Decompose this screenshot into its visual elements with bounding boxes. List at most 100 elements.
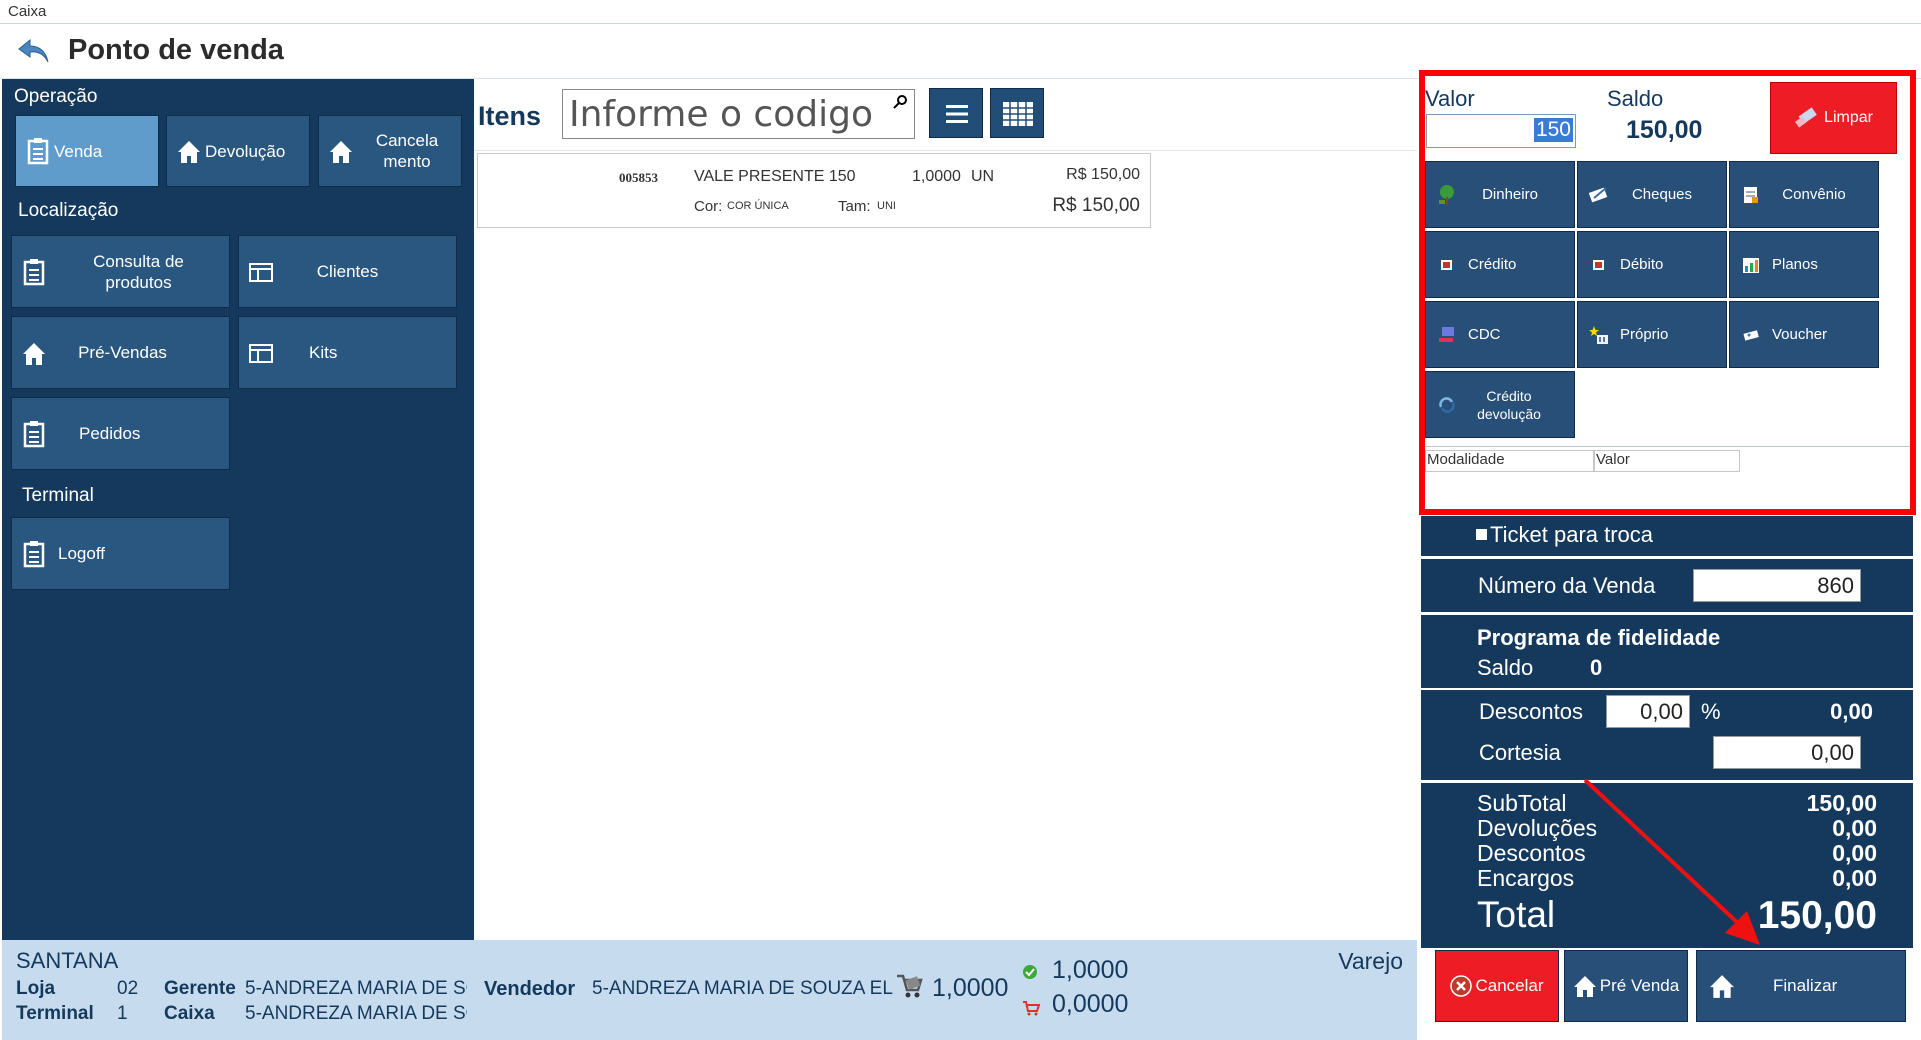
subtotal-value: 150,00: [1806, 790, 1877, 816]
fidelidade-saldo-label: Saldo: [1477, 655, 1534, 680]
home-icon: [23, 342, 45, 365]
numero-venda-input[interactable]: 860: [1693, 569, 1861, 602]
item-cor-label: Cor:: [694, 198, 723, 215]
loja-value: 02: [117, 978, 139, 999]
loja-label: Loja: [16, 978, 56, 999]
logoff-button[interactable]: Logoff: [11, 517, 230, 590]
finalizar-button[interactable]: Finalizar: [1696, 950, 1906, 1022]
saldo-value: 150,00: [1626, 116, 1703, 144]
clientes-button[interactable]: Clientes: [238, 235, 457, 308]
cancel-icon: [1450, 975, 1473, 997]
finalizar-label: Finalizar: [1773, 976, 1838, 995]
payment-divider: [1425, 446, 1910, 447]
window-title: Caixa: [8, 3, 47, 20]
descontos-block: Descontos 0,00 % 0,00 Cortesia 0,00: [1421, 690, 1913, 780]
clientes-label: Clientes: [316, 262, 379, 281]
qty-cart: 0,0000: [1052, 990, 1129, 1018]
ticket-icon: [1743, 329, 1759, 341]
pre-vendas-label: Pré-Vendas: [78, 343, 167, 362]
devolucoes-label: Devoluções: [1477, 815, 1598, 841]
pre-venda-label: Pré Venda: [1599, 976, 1680, 995]
vendedor-value: 5-ANDREZA MARIA DE SOUZA EL: [592, 978, 893, 999]
center-divider: [474, 150, 1417, 151]
venda-button[interactable]: Venda: [15, 115, 159, 187]
pedidos-button[interactable]: Pedidos: [11, 397, 230, 470]
caixa-label: Caixa: [164, 1003, 215, 1024]
proprio-button[interactable]: Próprio: [1577, 301, 1727, 368]
grid-view-button[interactable]: [990, 88, 1044, 138]
pre-vendas-button[interactable]: Pré-Vendas: [11, 316, 230, 389]
code-search-input[interactable]: [562, 89, 915, 139]
search-icon[interactable]: [892, 94, 908, 110]
clipboard-icon: [23, 258, 45, 285]
cheque-icon: [1588, 186, 1608, 202]
money-tree-icon: [1439, 184, 1454, 205]
home-icon: [1710, 975, 1734, 998]
ticket-checkbox[interactable]: [1476, 529, 1487, 540]
document-icon: [1744, 186, 1758, 203]
page-title: Ponto de venda: [68, 34, 284, 66]
cancelamento-button[interactable]: Cancela mento: [318, 115, 462, 187]
devolucoes-value: 0,00: [1832, 815, 1877, 841]
limpar-button[interactable]: Limpar: [1770, 82, 1897, 154]
valor-input-value: 150: [1533, 118, 1573, 142]
modalidade-header[interactable]: Modalidade: [1425, 450, 1594, 472]
credito-devolucao-button[interactable]: Crédito devolução: [1425, 371, 1575, 438]
voucher-button[interactable]: Voucher: [1729, 301, 1879, 368]
cdc-button[interactable]: CDC: [1425, 301, 1575, 368]
debito-button[interactable]: Débito: [1577, 231, 1727, 298]
list-icon: [946, 105, 968, 123]
devolucao-button[interactable]: Devolução: [166, 115, 310, 187]
cortesia-input[interactable]: 0,00: [1713, 736, 1861, 769]
totals-block: SubTotal 150,00 Devoluções 0,00 Desconto…: [1421, 783, 1913, 948]
valor-label: Valor: [1425, 86, 1475, 111]
ticket-troca-row: Ticket para troca: [1421, 516, 1913, 556]
app-root: Caixa Ponto de venda Operação Venda Devo…: [0, 0, 1921, 1040]
voucher-label: Voucher: [1772, 325, 1828, 343]
fidelidade-saldo-value: 0: [1590, 655, 1603, 680]
list-view-button[interactable]: [929, 88, 983, 138]
consulta-produtos-label: Consulta de produtos: [93, 251, 184, 292]
consulta-produtos-button[interactable]: Consulta de produtos: [11, 235, 230, 308]
kits-button[interactable]: Kits: [238, 316, 457, 389]
encargos-value: 0,00: [1832, 865, 1877, 891]
home-icon: [330, 141, 352, 163]
clipboard-icon: [23, 540, 45, 567]
item-cor-value: COR ÚNICA: [727, 200, 789, 212]
numero-venda-label: Número da Venda: [1478, 573, 1656, 598]
total-value: 150,00: [1757, 894, 1877, 937]
debito-label: Débito: [1620, 255, 1664, 273]
valor-input[interactable]: 150: [1426, 114, 1576, 148]
cheques-button[interactable]: Cheques: [1577, 161, 1727, 228]
grid-icon: [1003, 102, 1033, 126]
store-info: SANTANA Loja 02 Gerente 5-ANDREZA MARIA …: [2, 940, 474, 1040]
planos-label: Planos: [1772, 255, 1818, 273]
fidelidade-block: Programa de fidelidade Saldo 0: [1421, 615, 1913, 688]
cdc-label: CDC: [1468, 325, 1501, 343]
payment-panel: Valor 150 Saldo 150,00 Limpar Dinheiro C…: [1419, 70, 1916, 515]
gerente-label: Gerente: [164, 978, 236, 999]
fidelidade-title: Programa de fidelidade: [1477, 625, 1721, 650]
table-icon: [249, 343, 273, 363]
cortesia-label: Cortesia: [1479, 740, 1561, 765]
back-arrow-icon[interactable]: [16, 36, 50, 66]
dinheiro-button[interactable]: Dinheiro: [1425, 161, 1575, 228]
item-unit: UN: [971, 168, 995, 185]
encargos-label: Encargos: [1477, 865, 1575, 891]
cart-icon: [897, 974, 923, 998]
home-icon: [1573, 976, 1596, 997]
planos-button[interactable]: Planos: [1729, 231, 1879, 298]
item-qty: 1,0000: [912, 168, 961, 185]
credito-button[interactable]: Crédito: [1425, 231, 1575, 298]
clipboard-icon: [23, 420, 45, 447]
cancelar-button[interactable]: Cancelar: [1435, 950, 1559, 1022]
valor-header[interactable]: Valor: [1594, 450, 1740, 472]
pre-venda-button[interactable]: Pré Venda: [1564, 950, 1688, 1022]
convenio-button[interactable]: Convênio: [1729, 161, 1879, 228]
itens-label: Itens: [478, 101, 542, 131]
descontos-input[interactable]: 0,00: [1606, 695, 1690, 728]
devolucao-label: Devolução: [205, 141, 286, 161]
item-tam-value: UNI: [877, 200, 896, 212]
card-icon: [1441, 259, 1452, 270]
item-row[interactable]: 005853 VALE PRESENTE 150 1,0000 UN R$ 15…: [477, 153, 1151, 228]
